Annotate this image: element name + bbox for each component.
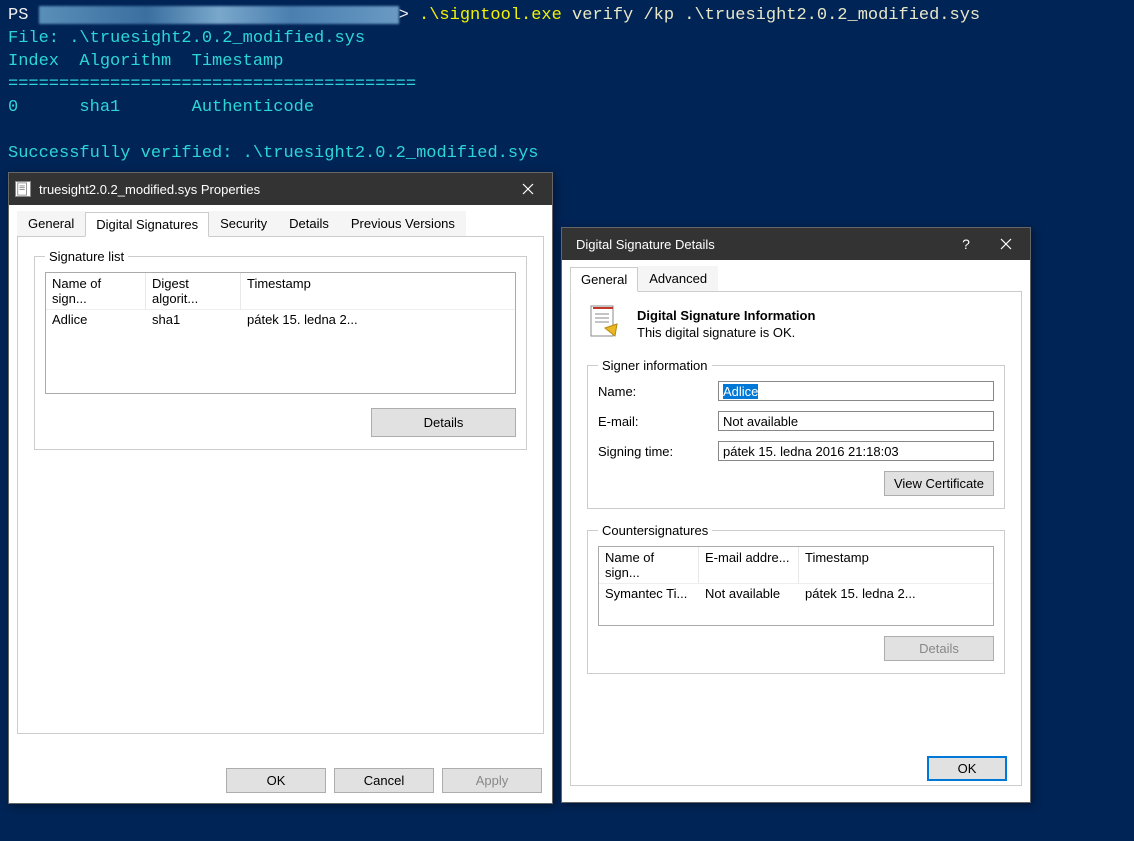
signature-listview[interactable]: Name of sign... Digest algorit... Timest… — [45, 272, 516, 394]
countersignatures-label: Countersignatures — [598, 523, 712, 538]
cmd-args: verify /kp .\truesight2.0.2_modified.sys — [562, 6, 980, 25]
dialog-buttons: OK Cancel Apply — [226, 768, 542, 793]
cell-name: Symantec Ti... — [599, 584, 699, 603]
email-label: E-mail: — [598, 414, 718, 429]
out-file: File: .\truesight2.0.2_modified.sys — [8, 29, 365, 48]
signature-info: Digital Signature Information This digit… — [587, 304, 1005, 344]
col-timestamp[interactable]: Timestamp — [799, 547, 993, 583]
signing-time-value: pátek 15. ledna 2016 21:18:03 — [723, 444, 899, 459]
close-button[interactable] — [508, 174, 548, 204]
col-email[interactable]: E-mail addre... — [699, 547, 799, 583]
cell-email: Not available — [699, 584, 799, 603]
certificate-icon — [587, 304, 623, 344]
email-value: Not available — [723, 414, 798, 429]
countersignatures-group: Countersignatures Name of sign... E-mail… — [587, 523, 1005, 674]
titlebar[interactable]: truesight2.0.2_modified.sys Properties — [9, 173, 552, 205]
out-hdr: Index Algorithm Timestamp — [8, 52, 283, 71]
tab-security[interactable]: Security — [209, 211, 278, 236]
cell-timestamp: pátek 15. ledna 2... — [241, 310, 515, 329]
cmd: .\signtool.exe — [419, 6, 562, 25]
window-title: Digital Signature Details — [568, 237, 946, 252]
out-sep: ======================================== — [8, 75, 416, 94]
name-field[interactable]: Adlice — [718, 381, 994, 401]
tabs: General Digital Signatures Security Deta… — [17, 211, 544, 237]
countersig-row[interactable]: Symantec Ti... Not available pátek 15. l… — [599, 584, 993, 603]
tab-details[interactable]: Details — [278, 211, 340, 236]
details-button[interactable]: Details — [371, 408, 516, 437]
properties-dialog: truesight2.0.2_modified.sys Properties G… — [8, 172, 553, 804]
powershell-terminal: PS > .\signtool.exe verify /kp .\truesig… — [0, 0, 1134, 169]
cancel-button[interactable]: Cancel — [334, 768, 434, 793]
signature-details-dialog: Digital Signature Details ? General Adva… — [561, 227, 1031, 803]
titlebar[interactable]: Digital Signature Details ? — [562, 228, 1030, 260]
cell-digest: sha1 — [146, 310, 241, 329]
signature-list-label: Signature list — [45, 249, 128, 264]
col-timestamp[interactable]: Timestamp — [241, 273, 515, 309]
col-digest[interactable]: Digest algorit... — [146, 273, 241, 309]
signing-time-field[interactable]: pátek 15. ledna 2016 21:18:03 — [718, 441, 994, 461]
help-button[interactable]: ? — [946, 229, 986, 259]
info-heading: Digital Signature Information — [637, 308, 815, 323]
blurred-path — [39, 6, 399, 24]
view-certificate-button[interactable]: View Certificate — [884, 471, 994, 496]
tab-general[interactable]: General — [17, 211, 85, 236]
cs-details-button[interactable]: Details — [884, 636, 994, 661]
signing-time-label: Signing time: — [598, 444, 718, 459]
cell-timestamp: pátek 15. ledna 2... — [799, 584, 993, 603]
name-label: Name: — [598, 384, 718, 399]
prompt-ps: PS — [8, 6, 39, 25]
tab-digital-signatures[interactable]: Digital Signatures — [85, 212, 209, 237]
signature-row[interactable]: Adlice sha1 pátek 15. ledna 2... — [46, 310, 515, 329]
out-row: 0 sha1 Authenticode — [8, 98, 314, 117]
close-button[interactable] — [986, 229, 1026, 259]
window-title: truesight2.0.2_modified.sys Properties — [39, 182, 508, 197]
out-ok: Successfully verified: .\truesight2.0.2_… — [8, 144, 539, 163]
signature-list-group: Signature list Name of sign... Digest al… — [34, 249, 527, 450]
email-field[interactable]: Not available — [718, 411, 994, 431]
apply-button[interactable]: Apply — [442, 768, 542, 793]
file-icon — [15, 181, 31, 197]
tab-panel: Signature list Name of sign... Digest al… — [17, 237, 544, 734]
tab-previous-versions[interactable]: Previous Versions — [340, 211, 466, 236]
tab-advanced[interactable]: Advanced — [638, 266, 718, 291]
tabs: General Advanced — [570, 266, 1022, 292]
tab-panel: Digital Signature Information This digit… — [570, 292, 1022, 786]
ok-button[interactable]: OK — [927, 756, 1007, 781]
prompt-gt: > — [399, 6, 419, 25]
ok-button[interactable]: OK — [226, 768, 326, 793]
col-name[interactable]: Name of sign... — [599, 547, 699, 583]
signer-info-label: Signer information — [598, 358, 712, 373]
signer-info-group: Signer information Name: Adlice E-mail: … — [587, 358, 1005, 509]
info-message: This digital signature is OK. — [637, 325, 815, 340]
col-name[interactable]: Name of sign... — [46, 273, 146, 309]
countersignatures-listview[interactable]: Name of sign... E-mail addre... Timestam… — [598, 546, 994, 626]
cell-name: Adlice — [46, 310, 146, 329]
tab-general[interactable]: General — [570, 267, 638, 292]
name-value: Adlice — [723, 384, 758, 399]
